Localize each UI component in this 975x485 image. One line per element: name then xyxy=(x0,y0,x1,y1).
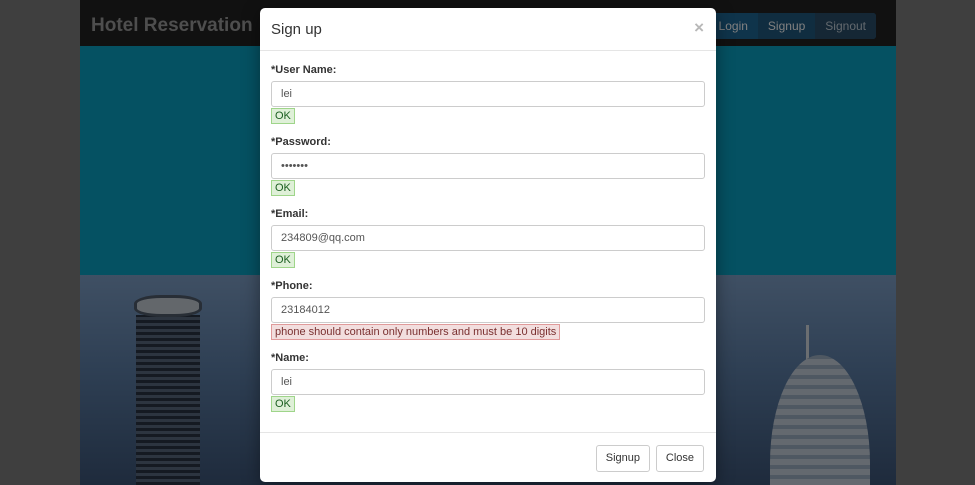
modal-header: Sign up × xyxy=(260,8,716,51)
field-email: *Email: 234809@qq.com OK xyxy=(271,205,705,277)
phone-error-message: phone should contain only numbers and mu… xyxy=(271,324,561,340)
phone-input[interactable]: 23184012 xyxy=(271,297,705,323)
password-label: *Password: xyxy=(271,136,331,148)
signup-form: *User Name: lei OK *Password: ••••••• OK… xyxy=(271,61,705,421)
username-label: *User Name: xyxy=(271,64,337,76)
email-label: *Email: xyxy=(271,208,309,220)
username-status-badge: OK xyxy=(271,108,295,124)
name-label: *Name: xyxy=(271,352,309,364)
password-status-badge: OK xyxy=(271,180,295,196)
modal-title: Sign up xyxy=(271,21,322,38)
field-username: *User Name: lei OK xyxy=(271,61,705,133)
close-button[interactable]: Close xyxy=(655,445,704,472)
modal-footer: Signup Close xyxy=(260,432,716,482)
signup-modal: Sign up × *User Name: lei OK *Password: … xyxy=(260,8,716,482)
phone-label: *Phone: xyxy=(271,280,313,292)
signup-button[interactable]: Signup xyxy=(595,445,650,472)
name-status-badge: OK xyxy=(271,396,295,412)
field-password: *Password: ••••••• OK xyxy=(271,133,705,205)
email-input[interactable]: 234809@qq.com xyxy=(271,225,705,251)
close-icon[interactable]: × xyxy=(694,18,704,38)
username-input[interactable]: lei xyxy=(271,81,705,107)
field-phone: *Phone: 23184012 phone should contain on… xyxy=(271,277,705,349)
name-input[interactable]: lei xyxy=(271,369,705,395)
field-name: *Name: lei OK xyxy=(271,349,705,421)
email-status-badge: OK xyxy=(271,252,295,268)
password-input[interactable]: ••••••• xyxy=(271,153,705,179)
